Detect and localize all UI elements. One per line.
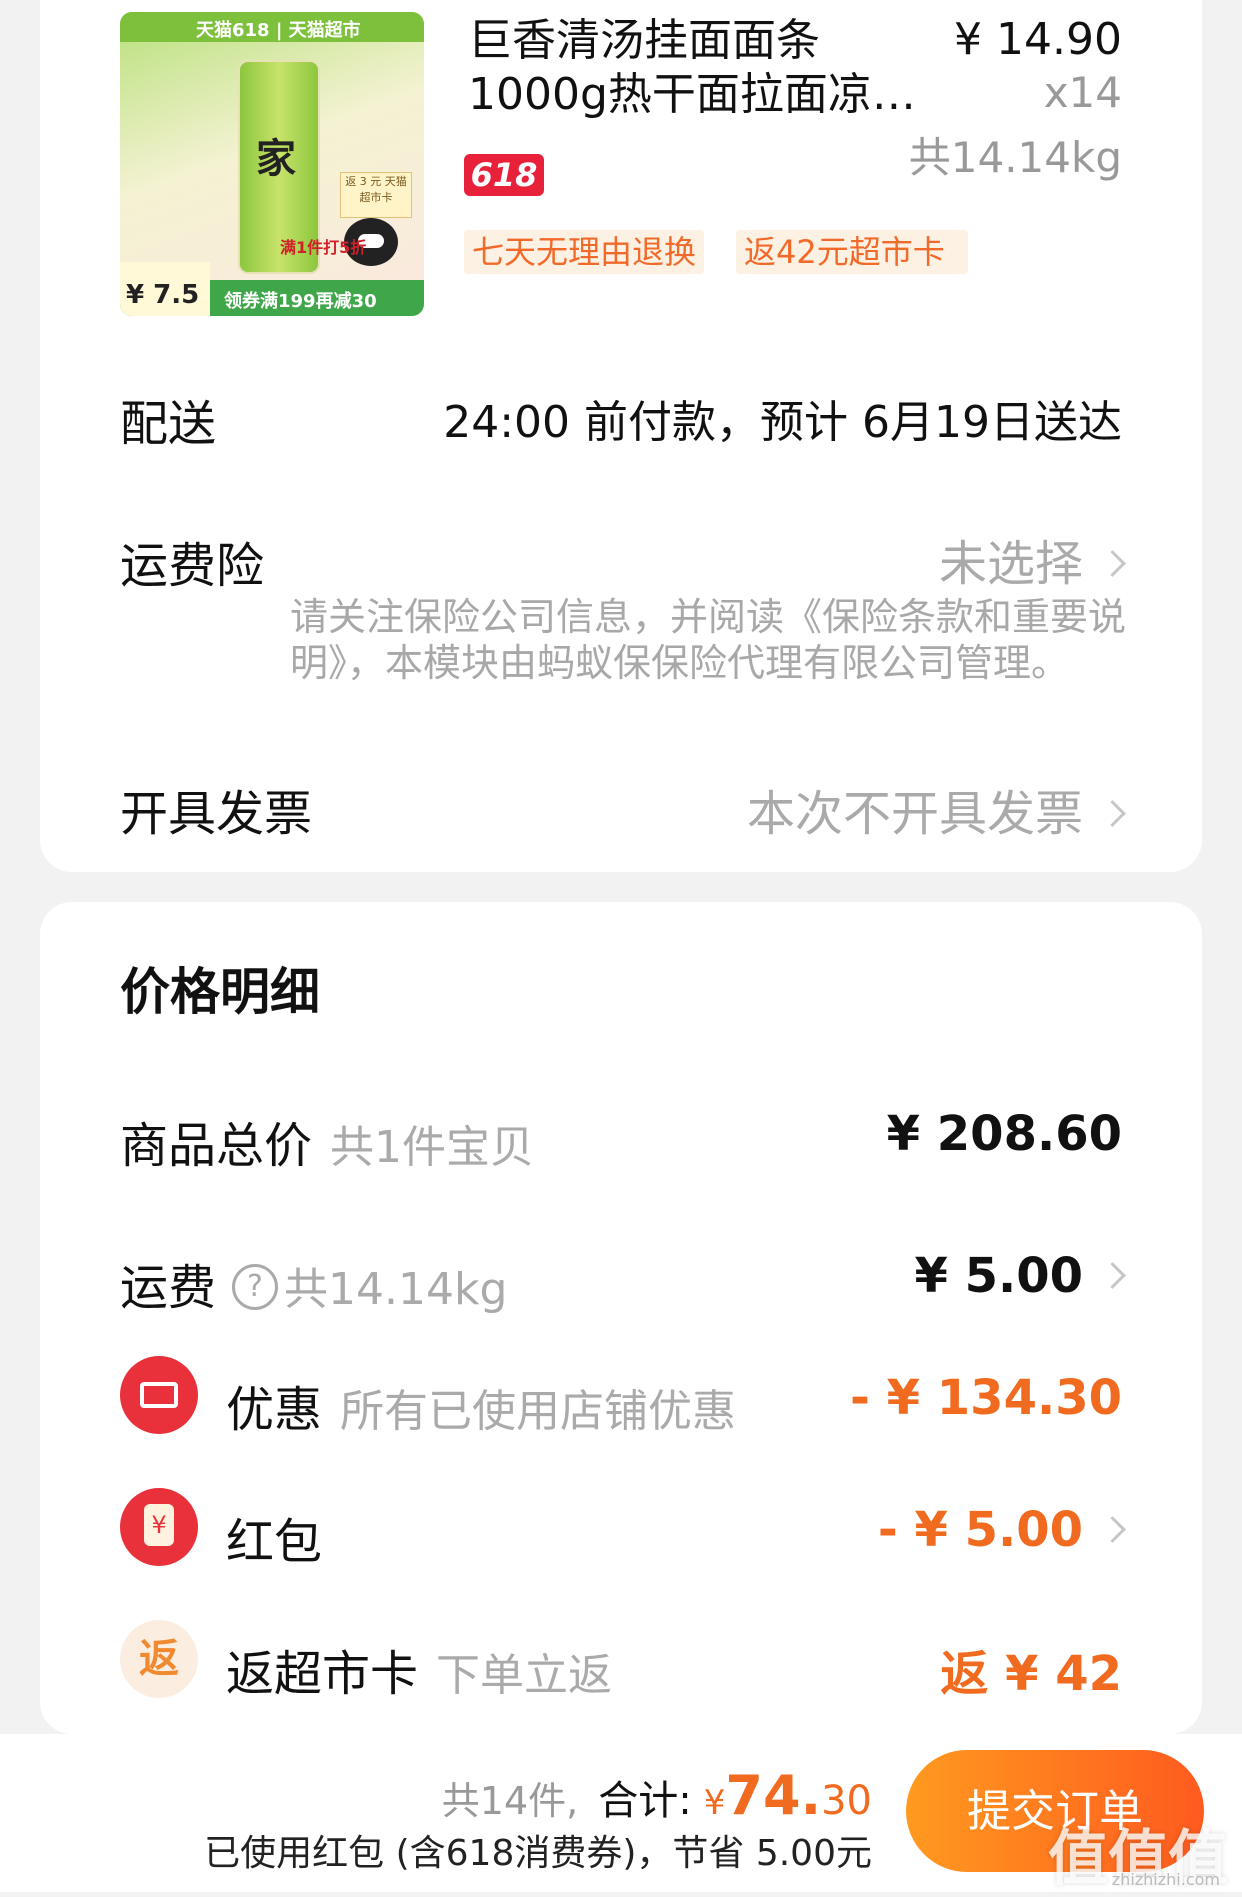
watermark-url: zhizhizhi.com	[1111, 1870, 1220, 1889]
discount-label: 优惠	[226, 1382, 323, 1438]
discount-sub: 所有已使用店铺优惠	[340, 1386, 737, 1437]
shipping-weight: 共14.14kg	[284, 1264, 508, 1315]
return-card-label: 返超市卡	[226, 1646, 419, 1702]
chevron-right-icon	[1099, 799, 1126, 827]
product-title-line2: 1000g热干面拉面凉…	[468, 69, 916, 120]
total-dec: 30	[821, 1778, 872, 1824]
order-info-card: 天猫618 | 天猫超市 家 返 3 元 天猫超市卡 ¥ 7.5 领券满199再…	[40, 0, 1202, 872]
image-promo-top: 满1件打5折	[280, 238, 367, 257]
chevron-right-icon	[1099, 1261, 1126, 1289]
shipping-insurance-label: 运费险	[120, 538, 265, 594]
total-int: 74.	[725, 1764, 822, 1827]
image-banner-text: 天猫618 | 天猫超市	[196, 20, 361, 41]
red-packet-value-wrap: - ¥ 5.00	[877, 1502, 1126, 1558]
618-badge: 618	[464, 154, 544, 196]
help-icon[interactable]: ?	[232, 1264, 279, 1310]
image-price-label: ¥ 7.5	[126, 280, 200, 310]
invoice-label: 开具发票	[120, 786, 313, 842]
red-packet-icon	[120, 1488, 198, 1566]
service-tag-card: 返42元超市卡	[736, 230, 968, 274]
insurance-note: 请关注保险公司信息，并阅读《保险条款和重要说明》，本模块由蚂蚁保保险代理有限公司…	[290, 595, 1127, 685]
unit-price: ¥ 14.90	[954, 14, 1122, 65]
shipping-fee-row[interactable]: 运费? 共14.14kg ¥ 5.00	[40, 1248, 1202, 1328]
delivery-info: 24:00 前付款，预计 6月19日送达	[443, 397, 1122, 448]
goods-total-row: 商品总价 共1件宝贝 ¥ 208.60	[40, 1106, 1202, 1186]
red-packet-label: 红包	[226, 1514, 323, 1570]
coupon-icon	[120, 1356, 198, 1434]
goods-total-sub: 共1件宝贝	[330, 1122, 535, 1173]
shipping-insurance-selector[interactable]: 未选择	[938, 524, 1126, 594]
goods-total-label: 商品总价	[120, 1118, 313, 1174]
total-currency: ¥	[703, 1783, 726, 1823]
return-card-icon: 返	[120, 1620, 198, 1698]
product-title-line1: 巨香清汤挂面面条	[468, 15, 820, 66]
return-card-row: 返 返超市卡 下单立返 返 ¥ 42	[40, 1620, 1202, 1714]
bottle-char: 家	[256, 136, 296, 182]
return-card-sub: 下单立返	[436, 1650, 613, 1701]
red-packet-row[interactable]: 红包 - ¥ 5.00	[40, 1488, 1202, 1582]
invoice-status: 本次不开具发票	[746, 786, 1083, 842]
order-summary: 共14件, 合计: ¥74.30	[442, 1764, 872, 1827]
discount-row[interactable]: 优惠 所有已使用店铺优惠 - ¥ 134.30	[40, 1356, 1202, 1450]
shipping-fee-label: 运费	[120, 1260, 217, 1316]
shipping-fee-value-wrap: ¥ 5.00	[914, 1248, 1126, 1304]
invoice-selector[interactable]: 本次不开具发票	[746, 774, 1126, 844]
shipping-fee-value: ¥ 5.00	[914, 1248, 1083, 1304]
total-weight: 共14.14kg	[908, 133, 1122, 182]
chevron-right-icon	[1099, 1515, 1126, 1543]
product-title[interactable]: 巨香清汤挂面面条 1000g热干面拉面凉…	[468, 14, 938, 122]
image-promo-bottom: 领券满199再减30	[224, 291, 377, 312]
return-card-value: 返 ¥ 42	[940, 1646, 1122, 1702]
delivery-label: 配送	[120, 396, 217, 452]
product-image[interactable]: 天猫618 | 天猫超市 家 返 3 元 天猫超市卡 ¥ 7.5 领券满199再…	[120, 12, 424, 316]
red-packet-value: - ¥ 5.00	[877, 1502, 1083, 1558]
price-detail-title: 价格明细	[120, 963, 320, 1021]
item-count: 共14件,	[441, 1779, 579, 1823]
goods-total-value: ¥ 208.60	[886, 1106, 1122, 1162]
insurance-status: 未选择	[938, 536, 1083, 592]
chevron-right-icon	[1099, 549, 1126, 577]
service-tag-return: 七天无理由退换	[464, 230, 705, 274]
price-detail-card: 价格明细 商品总价 共1件宝贝 ¥ 208.60 运费? 共14.14kg ¥ 5.…	[40, 902, 1202, 1734]
discount-value: - ¥ 134.30	[850, 1370, 1122, 1426]
image-card-label: 返 3 元 天猫超市卡	[340, 172, 412, 218]
quantity: x14	[1043, 68, 1122, 117]
total-label: 合计:	[598, 1778, 692, 1824]
savings-note: 已使用红包 (含618消费券)，节省 5.00元	[204, 1833, 872, 1874]
